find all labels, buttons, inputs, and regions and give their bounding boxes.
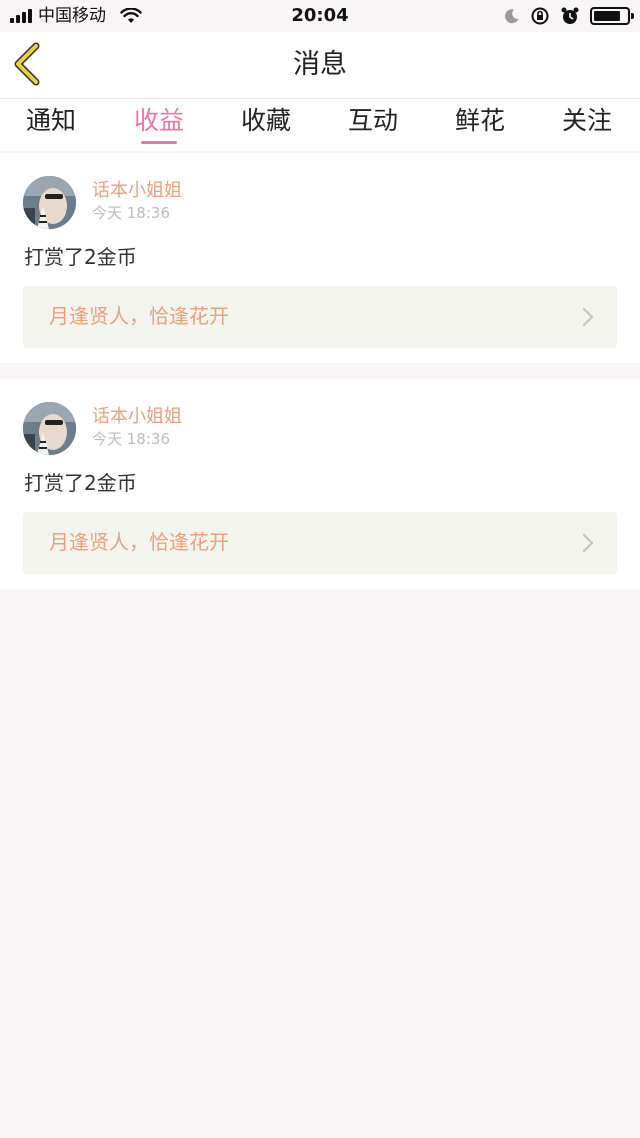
alarm-icon — [561, 7, 579, 24]
tab-following[interactable]: 关注 — [537, 105, 637, 137]
page-title: 消息 — [293, 49, 347, 80]
tab-earnings[interactable]: 收益 — [109, 105, 209, 137]
quote-link[interactable]: 月逢贤人，恰逢花开 — [23, 286, 617, 348]
message-username[interactable]: 话本小姐姐 — [92, 180, 182, 202]
quote-link[interactable]: 月逢贤人，恰逢花开 — [23, 512, 617, 574]
message-card: 话本小姐姐 今天 18:36 打赏了2金币 月逢贤人，恰逢花开 — [0, 379, 640, 589]
status-bar-right — [504, 6, 634, 26]
battery-icon — [590, 7, 634, 25]
message-username[interactable]: 话本小姐姐 — [92, 406, 182, 428]
message-text: 打赏了2金币 — [24, 245, 137, 269]
tab-favorites[interactable]: 收藏 — [216, 105, 316, 137]
message-time: 今天 18:36 — [92, 430, 170, 448]
message-time: 今天 18:36 — [92, 204, 170, 222]
avatar-image — [23, 176, 76, 229]
message-text: 打赏了2金币 — [24, 471, 137, 495]
tab-bar: 通知 收益 收藏 互动 鲜花 关注 — [0, 99, 640, 151]
tab-interactions[interactable]: 互动 — [323, 105, 423, 137]
avatar[interactable] — [23, 176, 76, 229]
rotation-lock-icon — [531, 7, 549, 25]
message-card: 话本小姐姐 今天 18:36 打赏了2金币 月逢贤人，恰逢花开 — [0, 153, 640, 363]
moon-icon — [505, 9, 519, 24]
nav-bar: 消息 — [0, 32, 640, 99]
quote-text: 月逢贤人，恰逢花开 — [49, 530, 229, 554]
chevron-right-icon — [582, 533, 594, 553]
active-tab-indicator — [141, 141, 177, 144]
quote-text: 月逢贤人，恰逢花开 — [49, 304, 229, 328]
tab-flowers[interactable]: 鲜花 — [430, 105, 530, 137]
avatar[interactable] — [23, 402, 76, 455]
chevron-right-icon — [582, 307, 594, 327]
status-bar: 中国移动 20:04 — [0, 0, 640, 32]
avatar-image — [23, 402, 76, 455]
tab-notifications[interactable]: 通知 — [1, 105, 101, 137]
